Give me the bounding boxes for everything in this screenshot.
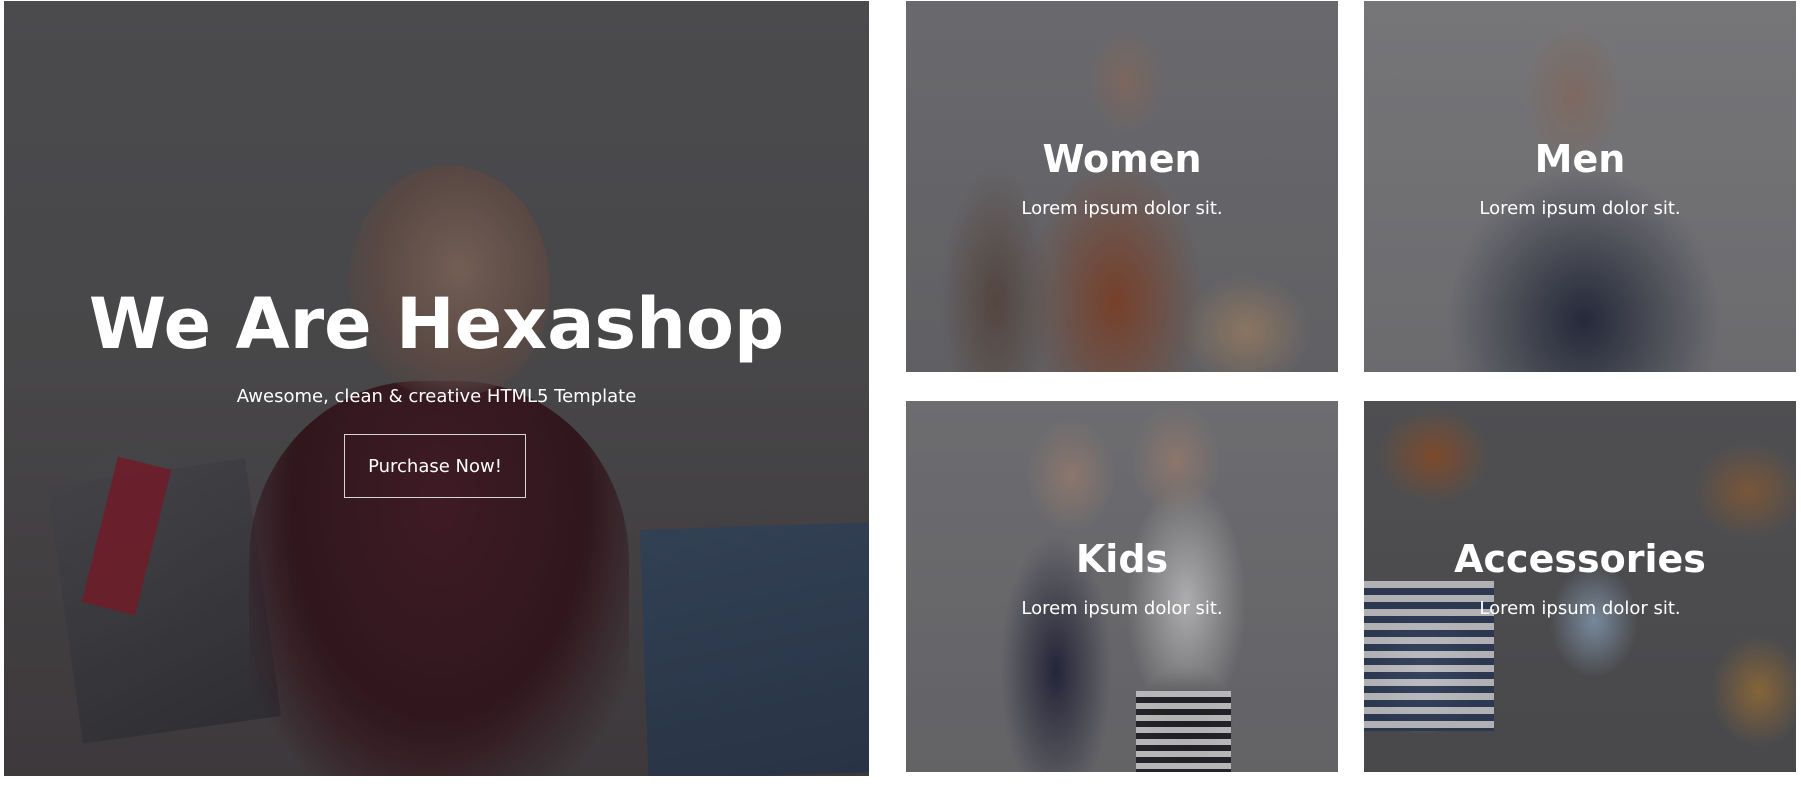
category-description: Lorem ipsum dolor sit. [1021, 598, 1223, 619]
hero-title: We Are Hexashop [88, 283, 785, 365]
category-tile-women[interactable]: Women Lorem ipsum dolor sit. [906, 1, 1338, 372]
hero-banner: We Are Hexashop Awesome, clean & creativ… [4, 1, 869, 776]
category-title: Kids [1075, 537, 1169, 581]
category-overlay [1364, 1, 1796, 372]
category-tile-accessories[interactable]: Accessories Lorem ipsum dolor sit. [1364, 401, 1796, 772]
hero-subtitle: Awesome, clean & creative HTML5 Template [236, 386, 637, 407]
category-overlay [906, 401, 1338, 772]
page: We Are Hexashop Awesome, clean & creativ… [0, 0, 1801, 787]
category-overlay [906, 1, 1338, 372]
purchase-now-button[interactable]: Purchase Now! [344, 434, 526, 498]
category-tile-men[interactable]: Men Lorem ipsum dolor sit. [1364, 1, 1796, 372]
category-title: Men [1534, 137, 1626, 181]
category-overlay [1364, 401, 1796, 772]
hero-content: We Are Hexashop Awesome, clean & creativ… [4, 1, 869, 776]
category-description: Lorem ipsum dolor sit. [1479, 598, 1681, 619]
category-tile-kids[interactable]: Kids Lorem ipsum dolor sit. [906, 401, 1338, 772]
category-title: Women [1042, 137, 1202, 181]
category-title: Accessories [1454, 537, 1706, 581]
category-description: Lorem ipsum dolor sit. [1021, 198, 1223, 219]
category-description: Lorem ipsum dolor sit. [1479, 198, 1681, 219]
